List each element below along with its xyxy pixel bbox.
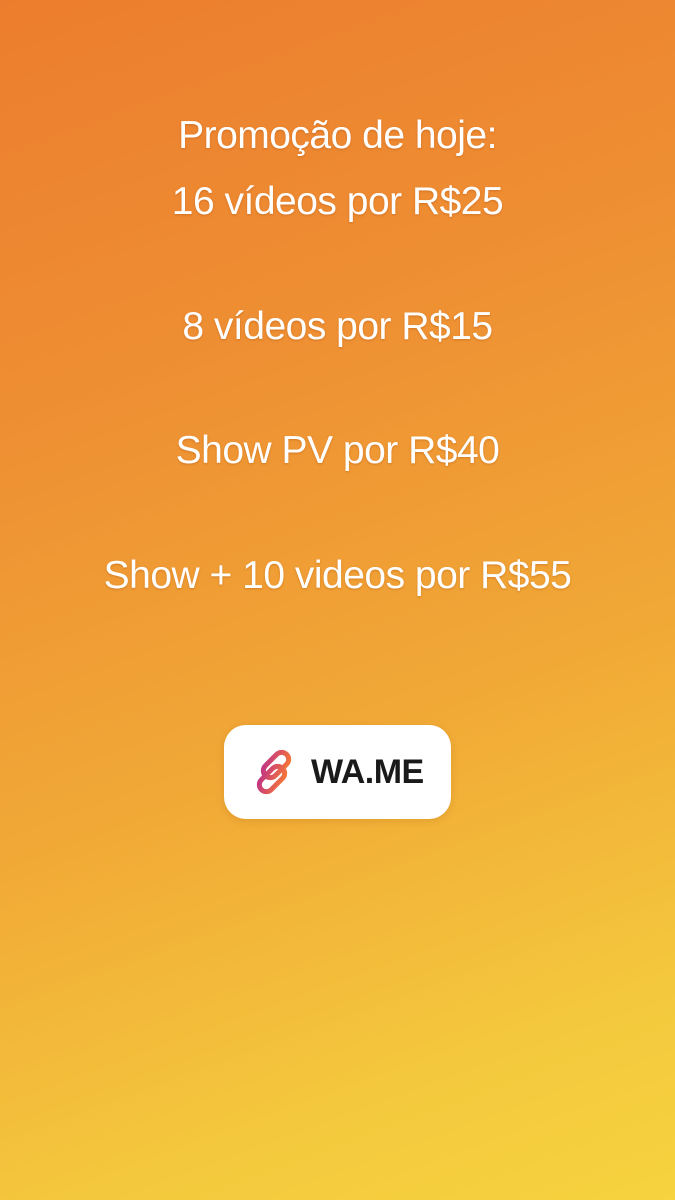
link-sticker[interactable]: WA.ME: [224, 725, 451, 819]
link-icon: [256, 749, 292, 795]
story-canvas: Promoção de hoje: 16 vídeos por R$25 8 v…: [0, 0, 675, 1200]
promo-title: Promoção de hoje:: [178, 114, 497, 157]
promo-offer-8-videos: 8 vídeos por R$15: [182, 305, 493, 348]
promo-offer-16-videos: 16 vídeos por R$25: [171, 180, 504, 223]
promo-offer-show-plus-videos: Show + 10 videos por R$55: [103, 554, 572, 597]
promo-offer-show-pv: Show PV por R$40: [175, 429, 500, 472]
link-sticker-label: WA.ME: [311, 752, 424, 791]
